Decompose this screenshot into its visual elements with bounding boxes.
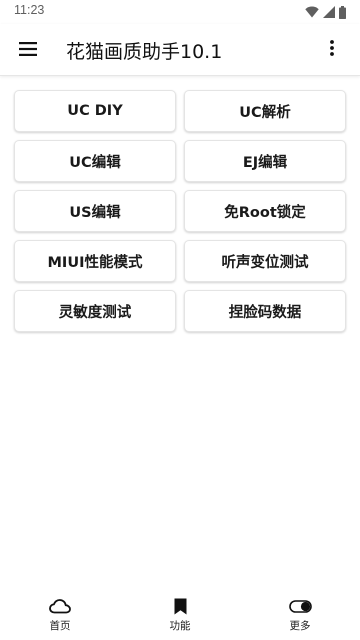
status-bar: 11:23 (0, 0, 360, 24)
signal-icon (323, 6, 335, 18)
miui-performance-mode-button[interactable]: MIUI性能模式 (14, 240, 176, 282)
bottom-nav: 首页 功能 更多 (0, 586, 360, 640)
menu-button[interactable] (8, 30, 48, 70)
nav-item-home[interactable]: 首页 (0, 586, 120, 640)
wifi-icon (305, 6, 319, 18)
nav-label-more: 更多 (289, 620, 311, 632)
nav-label-home: 首页 (49, 620, 71, 632)
us-edit-button[interactable]: US编辑 (14, 190, 176, 232)
page-title: 花猫画质助手10.1 (66, 41, 223, 63)
toggle-icon (288, 597, 312, 615)
sensitivity-test-button[interactable]: 灵敏度测试 (14, 290, 176, 332)
uc-edit-button[interactable]: UC编辑 (14, 140, 176, 182)
ej-edit-button[interactable]: EJ编辑 (184, 140, 346, 182)
hamburger-menu-icon (19, 41, 37, 60)
more-vert-icon (330, 40, 334, 60)
nav-label-functions: 功能 (169, 620, 191, 632)
face-code-data-button[interactable]: 捏脸码数据 (184, 290, 346, 332)
no-root-lock-button[interactable]: 免Root锁定 (184, 190, 346, 232)
status-icons (305, 5, 346, 19)
battery-icon (339, 5, 346, 19)
cloud-icon (49, 597, 71, 615)
nav-item-functions[interactable]: 功能 (120, 586, 240, 640)
uc-parse-button[interactable]: UC解析 (184, 90, 346, 132)
sound-position-test-button[interactable]: 听声变位测试 (184, 240, 346, 282)
app-bar: 花猫画质助手10.1 (0, 24, 360, 76)
uc-diy-button[interactable]: UC DIY (14, 90, 176, 132)
bookmark-icon (174, 597, 187, 615)
function-grid: UC DIY UC解析 UC编辑 EJ编辑 US编辑 免Root锁定 MIUI性… (14, 90, 346, 332)
status-time: 11:23 (14, 3, 45, 17)
nav-item-more[interactable]: 更多 (240, 586, 360, 640)
more-options-button[interactable] (312, 30, 352, 70)
